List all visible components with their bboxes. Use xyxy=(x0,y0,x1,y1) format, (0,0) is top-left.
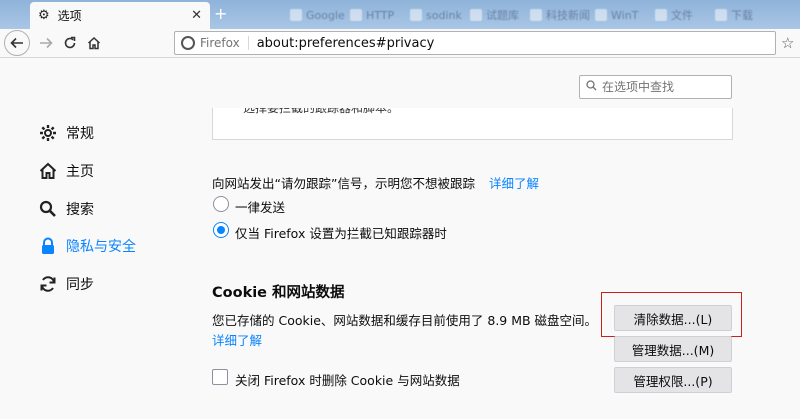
background-tab[interactable]: 文件 xyxy=(655,6,693,24)
bookmark-star-icon[interactable]: ☆ xyxy=(781,34,794,52)
background-tab[interactable]: 试题库 xyxy=(470,6,519,24)
identity-label[interactable]: Firefox xyxy=(200,36,249,50)
tracking-protection-box: 选择要拦截的跟踪器和脚本。 xyxy=(212,108,733,140)
sidebar-item-sync[interactable]: 同步 xyxy=(38,273,94,295)
dnt-description: 向网站发出“请勿跟踪”信号，示明您不想被跟踪 xyxy=(212,176,475,191)
partial-description: 选择要拦截的跟踪器和脚本。 xyxy=(243,108,400,115)
tab-title: 选项 xyxy=(57,9,82,23)
favicon-icon xyxy=(655,9,667,21)
url-text[interactable]: about:preferences#privacy xyxy=(257,36,435,51)
sidebar-item-label: 主页 xyxy=(66,164,94,180)
preferences-search[interactable] xyxy=(579,75,732,99)
dnt-always-radio[interactable] xyxy=(213,196,229,212)
dnt-learn-more-link[interactable]: 详细了解 xyxy=(489,176,539,191)
home-icon xyxy=(87,36,101,50)
tab-options[interactable]: ⚙ 选项 ✕ xyxy=(30,2,210,29)
url-bar[interactable]: Firefox about:preferences#privacy xyxy=(174,31,776,55)
dnt-only-blocking-radio[interactable] xyxy=(213,222,229,238)
delete-on-close-label[interactable]: 关闭 Firefox 时删除 Cookie 与网站数据 xyxy=(235,370,460,389)
sidebar-item-privacy[interactable]: 隐私与安全 xyxy=(38,235,136,257)
favicon-icon xyxy=(410,9,422,21)
favicon-icon xyxy=(530,9,542,21)
favicon-icon xyxy=(290,9,302,21)
firefox-logo-icon xyxy=(181,36,195,50)
new-tab-button[interactable]: + xyxy=(214,4,227,23)
reload-icon xyxy=(64,36,76,49)
background-tab[interactable]: sodink xyxy=(410,6,462,24)
arrow-right-icon xyxy=(40,37,53,49)
cookies-section-title: Cookie 和网站数据 xyxy=(212,285,345,301)
clear-data-button[interactable]: 清除数据...(L) xyxy=(614,305,732,331)
background-tab[interactable]: HTTP xyxy=(350,6,394,24)
home-icon xyxy=(38,162,58,180)
tab-strip: ⚙ 选项 ✕ + Google HTTP sodink 试题库 科技新闻 Win… xyxy=(0,0,800,29)
sidebar-item-label: 常规 xyxy=(66,126,94,142)
sidebar-item-home[interactable]: 主页 xyxy=(38,160,94,182)
home-button[interactable] xyxy=(82,31,106,55)
favicon-icon xyxy=(715,9,727,21)
sidebar-item-general[interactable]: 常规 xyxy=(38,122,94,144)
favicon-icon xyxy=(470,9,482,21)
cookies-learn-more-link[interactable]: 详细了解 xyxy=(212,330,262,349)
sync-icon xyxy=(38,275,58,293)
dnt-always-label[interactable]: 一律发送 xyxy=(235,197,285,216)
lock-icon xyxy=(38,237,58,255)
gear-icon: ⚙ xyxy=(38,8,50,23)
search-input[interactable] xyxy=(602,80,722,94)
gear-icon xyxy=(38,124,58,142)
background-tab[interactable]: Google xyxy=(290,6,345,24)
back-button[interactable] xyxy=(4,30,30,56)
background-tab[interactable]: 下载 xyxy=(715,6,753,24)
sidebar-item-search[interactable]: 搜索 xyxy=(38,198,94,220)
manage-data-button[interactable]: 管理数据...(M) xyxy=(614,336,732,362)
manage-permissions-button[interactable]: 管理权限...(P) xyxy=(614,367,732,393)
favicon-icon xyxy=(595,9,607,21)
dnt-only-blocking-label[interactable]: 仅当 Firefox 设置为拦截已知跟踪器时 xyxy=(235,223,447,242)
close-icon[interactable]: ✕ xyxy=(191,8,202,23)
favicon-icon xyxy=(350,9,362,21)
arrow-left-icon xyxy=(10,37,23,49)
reload-button[interactable] xyxy=(58,31,82,55)
dnt-row: 向网站发出“请勿跟踪”信号，示明您不想被跟踪 详细了解 xyxy=(212,173,539,192)
background-tab[interactable]: 科技新闻 xyxy=(530,6,590,24)
delete-on-close-checkbox[interactable] xyxy=(212,369,228,385)
sidebar-item-label: 隐私与安全 xyxy=(66,239,136,255)
sidebar-item-label: 搜索 xyxy=(66,202,94,218)
cookies-usage-text: 您已存储的 Cookie、网站数据和缓存目前使用了 8.9 MB 磁盘空间。 xyxy=(212,313,598,328)
nav-toolbar: Firefox about:preferences#privacy ☆ xyxy=(0,29,800,58)
search-icon xyxy=(586,80,597,94)
forward-button[interactable] xyxy=(34,31,58,55)
background-tab[interactable]: WinT xyxy=(595,6,638,24)
search-icon xyxy=(38,200,58,218)
sidebar-item-label: 同步 xyxy=(66,277,94,293)
